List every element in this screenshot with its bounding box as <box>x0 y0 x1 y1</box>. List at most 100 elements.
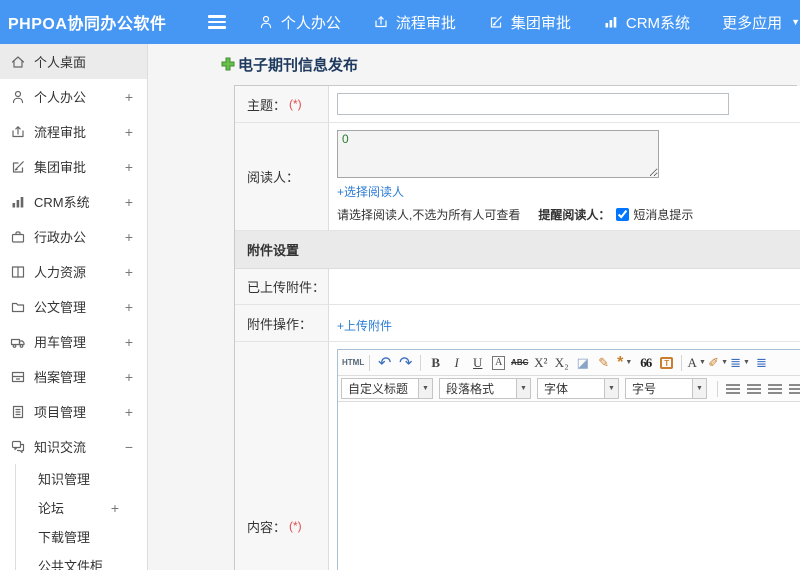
expand-icon[interactable]: + <box>125 334 133 350</box>
italic-button[interactable]: I <box>446 353 467 373</box>
bold-button[interactable]: B <box>425 353 446 373</box>
hamburger-menu-icon[interactable] <box>204 8 230 36</box>
sidebar-item-personal-office[interactable]: 个人办公 + <box>0 79 147 114</box>
redo-button[interactable]: ↷ <box>395 353 416 373</box>
sidebar-item-workflow-approval[interactable]: 流程审批 + <box>0 114 147 149</box>
sidebar-item-group-approval[interactable]: 集团审批 + <box>0 149 147 184</box>
paragraph-format-select[interactable]: 段落格式 ▼ <box>439 378 531 399</box>
font-color-button[interactable]: A ▼ <box>686 353 707 373</box>
sidebar-item-project-management[interactable]: 项目管理 + <box>0 394 147 429</box>
nav-workflow-approval[interactable]: 流程审批 <box>373 12 456 33</box>
ordered-list-button[interactable]: ≣ ▼ <box>729 353 751 373</box>
subject-label-text: 主题： <box>247 97 287 113</box>
expand-icon[interactable]: + <box>125 369 133 385</box>
add-icon <box>221 57 235 71</box>
expand-icon[interactable]: + <box>125 229 133 245</box>
sidebar-item-label: 流程审批 <box>34 125 87 140</box>
eraser-button[interactable]: ◪ <box>572 353 593 373</box>
subject-input[interactable] <box>337 93 729 115</box>
collapse-icon[interactable]: − <box>125 439 133 455</box>
uploaded-attachments-label-text: 已上传附件： <box>247 280 326 295</box>
expand-icon[interactable]: + <box>125 159 133 175</box>
expand-icon[interactable]: + <box>125 124 133 140</box>
sidebar-item-personal-desktop[interactable]: 个人桌面 <box>0 44 147 79</box>
sidebar-item-label: 个人桌面 <box>34 55 87 70</box>
superscript-button[interactable]: X² <box>530 353 551 373</box>
flow-icon <box>10 124 26 140</box>
undo-button[interactable]: ↶ <box>374 353 395 373</box>
flow-icon <box>373 14 389 30</box>
sidebar-subitem-forum[interactable]: 论坛 + <box>15 493 147 522</box>
insert-date-button[interactable]: T <box>656 353 677 373</box>
expand-icon[interactable]: + <box>125 264 133 280</box>
font-family-select[interactable]: 字体 ▼ <box>537 378 619 399</box>
nav-item-label: CRM系统 <box>625 14 691 32</box>
sidebar-item-knowledge-exchange[interactable]: 知识交流 − <box>0 429 147 464</box>
expand-icon[interactable]: + <box>125 404 133 420</box>
font-size-select[interactable]: 字号 ▼ <box>625 378 707 399</box>
readers-hint: 请选择阅读人,不选为所有人可查看 <box>337 208 521 222</box>
nav-item-label: 流程审批 <box>395 14 456 32</box>
readers-field-cell: 0 +选择阅读人 请选择阅读人,不选为所有人可查看 提醒阅读人： 短消息提示 <box>329 123 800 231</box>
align-center-button[interactable] <box>743 379 764 399</box>
upload-attachment-link[interactable]: +上传附件 <box>337 317 392 334</box>
caret-down-icon: ▼ <box>742 359 750 366</box>
strikethrough-button[interactable]: ABC <box>509 353 530 373</box>
caret-down-icon: ▼ <box>692 379 706 398</box>
main-layout: 个人桌面 个人办公 + 流程审批 + 集团审批 + CRM系统 + 行政办公 +… <box>0 44 800 570</box>
subscript-button[interactable]: X₂ <box>551 353 572 373</box>
editor-toolbar-row1: HTML ↶ ↷ B I U A ABC X² X₂ ◪ ✎ * ▼ 66 T A ▼ ✐ ▼ ≣ ▼ ≣ <box>338 350 800 376</box>
sidebar-item-crm-system[interactable]: CRM系统 + <box>0 184 147 219</box>
align-right-button[interactable] <box>764 379 785 399</box>
nav-personal-office[interactable]: 个人办公 <box>258 12 341 33</box>
format-painter-button[interactable]: * ▼ <box>614 353 635 373</box>
clear-format-button[interactable]: ✎ <box>593 353 614 373</box>
sidebar-item-label: 用车管理 <box>34 335 87 350</box>
page-title: 电子期刊信息发布 <box>238 56 359 74</box>
nav-more-apps[interactable]: 更多应用 ▼ <box>722 12 800 33</box>
select-readers-link[interactable]: +选择阅读人 <box>337 183 404 200</box>
sms-checkbox[interactable] <box>616 208 630 221</box>
uploaded-attachments-label: 已上传附件： <box>235 269 329 305</box>
highlight-color-button[interactable]: ✐ ▼ <box>707 353 729 373</box>
nav-crm-system[interactable]: CRM系统 <box>603 12 690 33</box>
nav-item-label: 个人办公 <box>280 14 341 32</box>
editor-content-area[interactable] <box>338 402 800 570</box>
content-required-mark: (*) <box>289 519 302 533</box>
expand-icon[interactable]: + <box>125 194 133 210</box>
underline-button[interactable]: U <box>467 353 488 373</box>
bullet-list-button[interactable]: ≣ <box>751 353 772 373</box>
align-left-button[interactable] <box>722 379 743 399</box>
align-justify-button[interactable] <box>785 379 800 399</box>
sidebar-item-admin-office[interactable]: 行政办公 + <box>0 219 147 254</box>
sms-label: 短消息提示 <box>633 208 694 222</box>
rich-text-editor: HTML ↶ ↷ B I U A ABC X² X₂ ◪ ✎ * ▼ 66 T A ▼ ✐ ▼ ≣ ▼ ≣ 自定义标题 ▼ 段落… <box>337 349 800 570</box>
sidebar-item-human-resources[interactable]: 人力资源 + <box>0 254 147 289</box>
html-source-button[interactable]: HTML <box>341 353 365 373</box>
caret-down-icon: ▼ <box>625 359 633 366</box>
expand-icon[interactable]: + <box>125 89 133 105</box>
phpoa-app: PHPOA协同办公软件 个人办公 流程审批 集团审批 CRM系统 更多应用 ▼ … <box>0 0 800 570</box>
publish-form: 主题： (*) 阅读人： 0 +选择阅读人 请选择阅读人,不选为所有人可查看 提… <box>234 85 800 570</box>
chat-icon <box>10 439 26 455</box>
custom-title-select[interactable]: 自定义标题 ▼ <box>341 378 433 399</box>
content-label-text: 内容： <box>247 519 287 535</box>
expand-icon[interactable]: + <box>111 500 119 516</box>
sidebar-subitem-knowledge-management[interactable]: 知识管理 <box>15 464 147 493</box>
expand-icon[interactable]: + <box>125 299 133 315</box>
sidebar-item-label: CRM系统 <box>34 195 90 210</box>
sidebar-item-document-management[interactable]: 公文管理 + <box>0 289 147 324</box>
nav-group-approval[interactable]: 集团审批 <box>488 12 571 33</box>
caret-down-icon: ▼ <box>791 17 800 27</box>
blockquote-button[interactable]: 66 <box>635 353 656 373</box>
sidebar-item-vehicle-management[interactable]: 用车管理 + <box>0 324 147 359</box>
sidebar-item-archive-management[interactable]: 档案管理 + <box>0 359 147 394</box>
readers-textarea[interactable]: 0 <box>337 130 659 178</box>
subject-field-cell <box>329 86 800 123</box>
sidebar-subitem-download-management[interactable]: 下载管理 <box>15 522 147 551</box>
font-style-button[interactable]: A <box>488 353 509 373</box>
sidebar-item-label: 论坛 <box>38 501 65 516</box>
edit-icon <box>488 14 504 30</box>
app-logo[interactable]: PHPOA协同办公软件 <box>0 10 192 34</box>
sidebar-subitem-public-file-cabinet[interactable]: 公共文件柜 <box>15 551 147 570</box>
